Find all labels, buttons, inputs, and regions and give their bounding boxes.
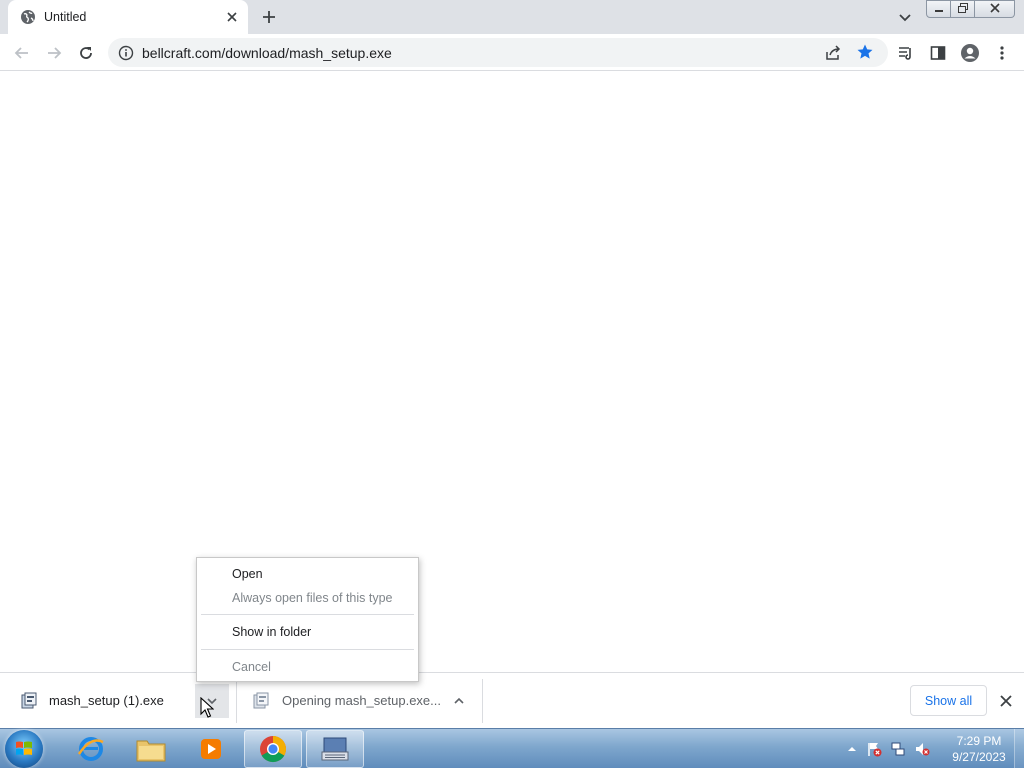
keyboard-icon [321, 737, 349, 761]
show-all-button[interactable]: Show all [910, 685, 987, 716]
url-text: bellcraft.com/download/mash_setup.exe [142, 45, 392, 61]
show-desktop-button[interactable] [1014, 729, 1024, 768]
minimize-icon [933, 2, 945, 17]
mouse-cursor-icon [200, 696, 215, 719]
internet-explorer-icon [77, 737, 104, 761]
forward-icon[interactable] [44, 43, 64, 63]
menu-item-cancel: Cancel [232, 660, 271, 674]
windows-logo-icon [16, 741, 32, 755]
globe-icon [20, 9, 36, 25]
system-tray: 7:29 PM 9/27/2023 [842, 729, 1024, 768]
media-player-icon [201, 739, 221, 759]
reload-icon[interactable] [76, 43, 96, 63]
taskbar-chrome[interactable] [244, 730, 302, 768]
chevron-down-icon[interactable] [896, 8, 914, 26]
menu-item-always-open: Always open files of this type [232, 591, 393, 605]
tab-title: Untitled [44, 10, 87, 24]
close-window-button[interactable] [975, 0, 1015, 18]
network-icon[interactable] [890, 741, 906, 757]
taskbar: 7:29 PM 9/27/2023 [0, 728, 1024, 768]
taskbar-media-player[interactable] [182, 730, 240, 768]
download-shelf: mash_setup (1).exe Opening mash_setup.ex… [0, 672, 1024, 728]
download-filename: mash_setup (1).exe [49, 693, 164, 708]
installer-file-icon [253, 692, 269, 710]
taskbar-on-screen-keyboard[interactable] [306, 730, 364, 768]
back-icon[interactable] [12, 43, 32, 63]
action-center-flag-icon[interactable] [866, 741, 882, 757]
taskbar-windows-explorer[interactable] [122, 730, 180, 768]
chrome-icon [260, 736, 287, 763]
profile-icon[interactable] [960, 43, 980, 63]
clock-time: 7:29 PM [956, 734, 1002, 748]
menu-item-open[interactable]: Open [197, 562, 418, 586]
window-controls [926, 0, 1016, 18]
address-bar[interactable]: bellcraft.com/download/mash_setup.exe [108, 38, 888, 67]
clock-date: 9/27/2023 [952, 750, 1006, 764]
toolbar: bellcraft.com/download/mash_setup.exe [0, 34, 1024, 71]
installer-file-icon [21, 692, 37, 710]
close-shelf-icon[interactable] [998, 693, 1014, 709]
menu-item-show-in-folder[interactable]: Show in folder [197, 620, 418, 644]
info-icon[interactable] [118, 45, 134, 61]
menu-separator [201, 649, 414, 650]
side-panel-icon[interactable] [928, 43, 948, 63]
system-clock[interactable]: 7:29 PM 9/27/2023 [942, 733, 1016, 765]
download-options-button[interactable] [442, 684, 476, 718]
restore-icon [957, 2, 969, 17]
page-content [0, 71, 1024, 672]
start-button[interactable] [5, 730, 43, 768]
taskbar-internet-explorer[interactable] [62, 730, 120, 768]
close-tab-icon[interactable] [224, 9, 240, 25]
download-status: Opening mash_setup.exe... [282, 693, 441, 708]
close-icon [989, 2, 1001, 17]
minimize-button[interactable] [926, 0, 951, 18]
folder-icon [136, 740, 166, 762]
new-tab-icon[interactable] [260, 8, 278, 26]
tab-untitled[interactable]: Untitled [8, 0, 248, 34]
tab-strip: Untitled [0, 0, 1024, 34]
restore-button[interactable] [951, 0, 975, 18]
reading-list-icon[interactable] [896, 43, 916, 63]
volume-muted-icon[interactable] [914, 741, 930, 757]
menu-separator [201, 614, 414, 615]
shelf-separator [482, 679, 483, 723]
show-hidden-icons-icon[interactable] [844, 741, 860, 757]
download-context-menu: Open Always open files of this type Show… [196, 557, 419, 682]
share-icon[interactable] [824, 44, 842, 62]
chevron-up-icon [454, 697, 464, 704]
more-menu-icon[interactable] [992, 43, 1012, 63]
bookmark-star-icon[interactable] [856, 43, 874, 61]
